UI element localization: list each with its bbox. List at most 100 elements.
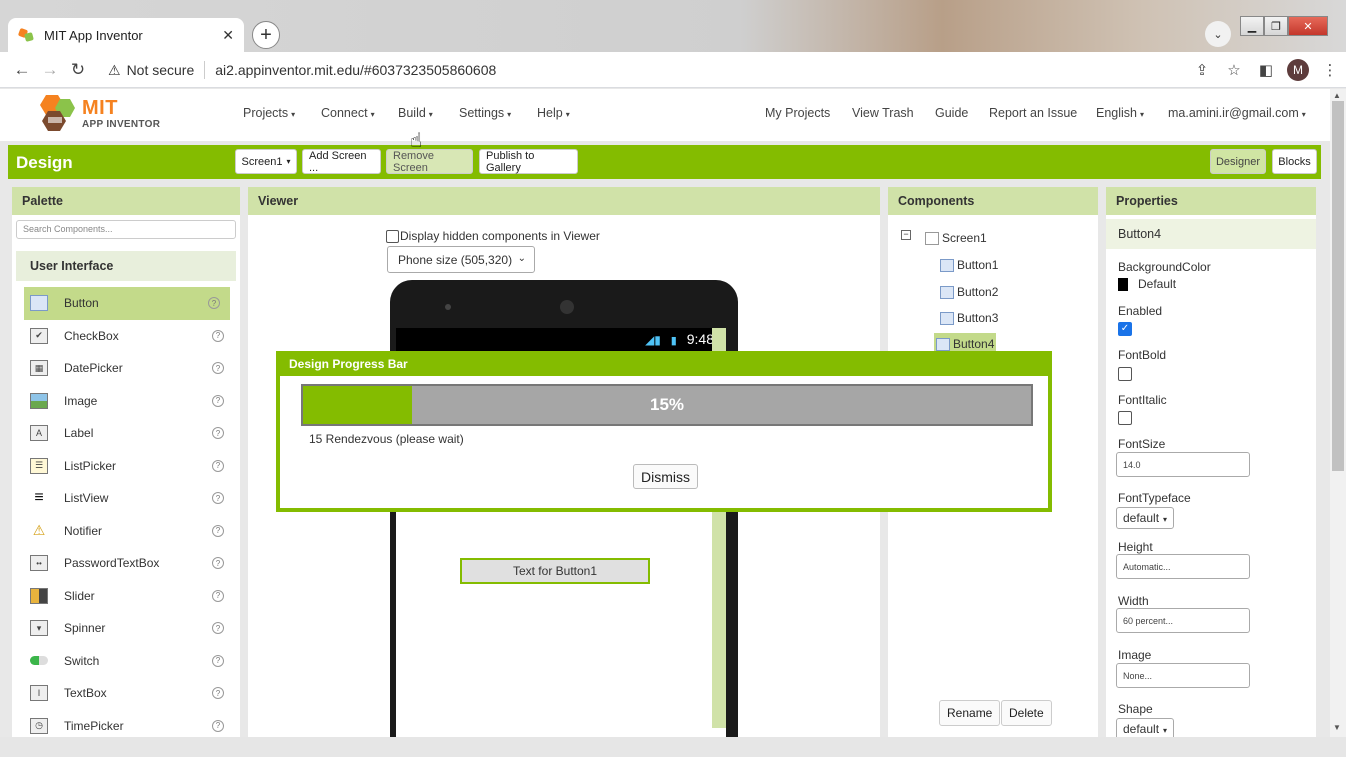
help-icon[interactable]: ? (212, 394, 224, 407)
warning-triangle-icon[interactable]: ⚠ (108, 62, 121, 79)
reload-icon[interactable]: ↻ (64, 60, 92, 80)
menu-settings[interactable]: Settings ▾ (459, 106, 511, 120)
link-guide[interactable]: Guide (935, 106, 968, 120)
prop-height-input[interactable]: Automatic... (1116, 554, 1250, 579)
profile-avatar[interactable]: M (1287, 59, 1309, 81)
page-scrollbar[interactable]: ▲ ▼ (1330, 89, 1346, 737)
phone-size-select[interactable]: Phone size (505,320) ⌄ (387, 246, 535, 273)
palette-item-label[interactable]: A Label? (16, 417, 236, 450)
url-text[interactable]: ai2.appinventor.mit.edu/#603732350586060… (215, 62, 496, 78)
display-hidden-checkbox[interactable]: Display hidden components in Viewer (386, 229, 600, 243)
prop-height-label: Height (1118, 540, 1153, 554)
window-close-icon[interactable]: ✕ (1288, 16, 1328, 36)
help-icon[interactable]: ? (212, 622, 224, 634)
new-tab-button[interactable]: + (252, 21, 280, 49)
designer-button[interactable]: Designer (1210, 149, 1266, 174)
link-report-issue[interactable]: Report an Issue (989, 106, 1077, 120)
tree-item-screen1[interactable]: Screen1 (925, 227, 987, 249)
add-screen-button[interactable]: Add Screen ... (302, 149, 381, 174)
help-icon[interactable]: ? (212, 427, 224, 439)
help-icon[interactable]: ? (212, 719, 224, 732)
chevron-down-icon: ▾ (428, 110, 433, 119)
minimize-icon[interactable]: ▁ (1240, 16, 1264, 36)
collapse-toggle-icon[interactable]: − (901, 230, 911, 240)
selected-component-name: Button4 (1106, 219, 1316, 249)
menu-help[interactable]: Help ▾ (537, 106, 570, 120)
palette-item-textbox[interactable]: I TextBox? (16, 677, 236, 710)
link-my-projects[interactable]: My Projects (765, 106, 830, 120)
help-icon[interactable]: ? (208, 297, 220, 309)
menu-projects[interactable]: Projects ▾ (243, 106, 295, 120)
menu-build[interactable]: Build ▾ (398, 106, 433, 120)
palette-item-datepicker[interactable]: ▦ DatePicker? (16, 352, 236, 385)
scroll-down-icon[interactable]: ▼ (1333, 723, 1341, 732)
tab-search-chevron-icon[interactable]: ⌄ (1205, 21, 1231, 47)
help-icon[interactable]: ? (212, 687, 224, 699)
help-icon[interactable]: ? (212, 459, 224, 472)
not-secure-label[interactable]: Not secure (127, 62, 195, 78)
restore-icon[interactable]: ❐ (1264, 16, 1288, 36)
viewer-title: Viewer (248, 187, 880, 215)
tree-item-button3[interactable]: Button3 (940, 307, 998, 329)
palette-item-listpicker[interactable]: ☰ ListPicker? (16, 450, 236, 483)
menu-connect[interactable]: Connect ▾ (321, 106, 375, 120)
remove-screen-button[interactable]: Remove Screen (386, 149, 473, 174)
palette-item-button[interactable]: Button? (24, 287, 230, 320)
omnibox[interactable]: ⚠ Not secure ai2.appinventor.mit.edu/#60… (108, 56, 1238, 84)
prop-fontitalic-checkbox[interactable] (1118, 411, 1132, 425)
prop-fonttypeface-select[interactable]: default ▾ (1116, 507, 1175, 529)
blocks-button[interactable]: Blocks (1272, 149, 1317, 174)
palette-item-switch[interactable]: Switch? (16, 645, 236, 678)
browser-menu-icon[interactable]: ⋮ (1314, 61, 1346, 79)
screen-select[interactable]: Screen1 ▾ (235, 149, 297, 174)
help-icon[interactable]: ? (212, 362, 224, 374)
palette-search-input[interactable]: Search Components... (16, 220, 236, 239)
scrollbar-thumb[interactable] (1332, 101, 1344, 471)
prop-enabled-checkbox[interactable]: ✓ (1118, 322, 1132, 336)
palette-item-listview[interactable]: ≡ ListView? (16, 482, 236, 515)
help-icon[interactable]: ? (212, 654, 224, 667)
language-menu[interactable]: English ▾ (1096, 106, 1144, 120)
tree-item-button1[interactable]: Button1 (940, 254, 998, 276)
palette-item-image[interactable]: Image? (16, 385, 236, 418)
prop-width-input[interactable]: 60 percent... (1116, 608, 1250, 633)
help-icon[interactable]: ? (212, 329, 224, 342)
help-icon[interactable]: ? (212, 589, 224, 602)
mit-app-inventor-logo[interactable]: MIT APP INVENTOR (36, 93, 166, 133)
link-view-trash[interactable]: View Trash (852, 106, 914, 120)
palette-category-user-interface[interactable]: User Interface (16, 251, 236, 281)
spinner-icon: ▾ (30, 620, 48, 637)
publish-gallery-button[interactable]: Publish to Gallery (479, 149, 578, 174)
checkbox-unchecked-icon[interactable] (386, 229, 399, 243)
share-icon[interactable]: ⇪ (1186, 61, 1218, 79)
tab-close-icon[interactable]: ✕ (222, 27, 234, 44)
prop-backgroundcolor-value[interactable]: Default (1118, 277, 1176, 292)
palette-item-slider[interactable]: Slider? (16, 580, 236, 613)
help-icon[interactable]: ? (212, 557, 224, 569)
account-menu[interactable]: ma.amini.ir@gmail.com ▾ (1168, 106, 1306, 120)
forward-arrow-icon[interactable]: → (36, 60, 64, 80)
side-panel-icon[interactable]: ◧ (1250, 61, 1282, 79)
palette-item-spinner[interactable]: ▾ Spinner? (16, 612, 236, 645)
tree-item-button2[interactable]: Button2 (940, 281, 998, 303)
prop-image-input[interactable]: None... (1116, 663, 1250, 688)
bookmark-star-icon[interactable]: ☆ (1218, 61, 1250, 79)
delete-button[interactable]: Delete (1001, 700, 1052, 726)
browser-actions: ⇪ ☆ ◧ M ⋮ (1186, 52, 1346, 88)
palette-item-notifier[interactable]: ⚠ Notifier? (16, 515, 236, 548)
chevron-down-icon: ▾ (1140, 110, 1145, 119)
help-icon[interactable]: ? (212, 492, 224, 504)
browser-tab-bar: MIT App Inventor ✕ + ⌄ ▁ ❐ ✕ (0, 0, 1346, 52)
battery-icon: ▮ (670, 335, 677, 347)
prop-fontbold-checkbox[interactable] (1118, 367, 1132, 381)
scroll-up-icon[interactable]: ▲ (1333, 91, 1341, 100)
prop-fontsize-input[interactable]: 14.0 (1116, 452, 1250, 477)
rename-button[interactable]: Rename (939, 700, 1001, 726)
palette-item-passwordtextbox[interactable]: •• PasswordTextBox? (16, 547, 236, 580)
dismiss-button[interactable]: Dismiss (633, 464, 698, 489)
browser-tab[interactable]: MIT App Inventor ✕ (8, 18, 244, 52)
back-arrow-icon[interactable]: ← (8, 60, 36, 80)
palette-item-checkbox[interactable]: ✔ CheckBox? (16, 320, 236, 353)
help-icon[interactable]: ? (212, 524, 224, 537)
viewer-button1[interactable]: Text for Button1 (460, 558, 650, 584)
